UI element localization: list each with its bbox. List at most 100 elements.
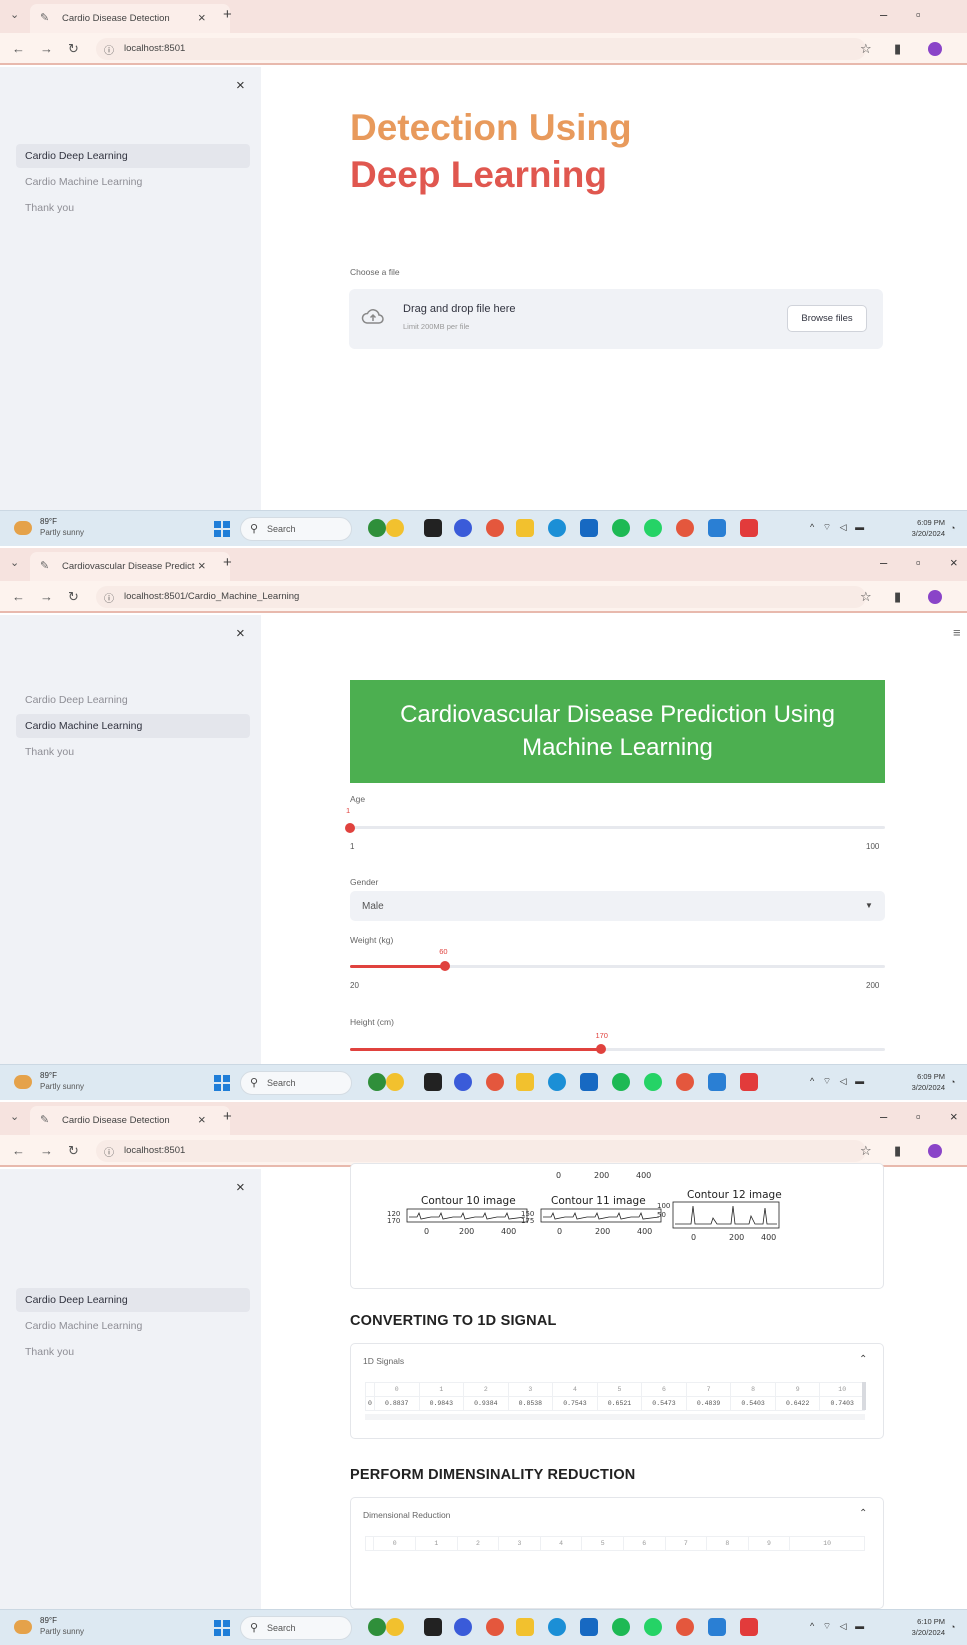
chevron-up-icon[interactable]: ⌃ — [859, 1508, 867, 1519]
edge-icon[interactable] — [548, 519, 566, 537]
horizontal-scrollbar[interactable] — [365, 1414, 865, 1420]
store-icon[interactable] — [580, 1073, 598, 1091]
store-icon[interactable] — [580, 1618, 598, 1636]
edge-icon[interactable] — [548, 1073, 566, 1091]
spotify-icon[interactable] — [612, 1618, 630, 1636]
table-cell[interactable]: 0.7543 — [552, 1396, 598, 1411]
chevron-up-icon[interactable]: ⌃ — [859, 1354, 867, 1365]
main-menu-icon[interactable]: ≡ — [953, 625, 961, 640]
table-cell[interactable]: 0.5473 — [641, 1396, 687, 1411]
close-sidebar-icon[interactable]: × — [236, 77, 245, 94]
app-icon-1[interactable] — [368, 1618, 386, 1636]
clock[interactable]: 6:10 PM 3/20/2024 — [903, 1616, 945, 1638]
close-sidebar-icon[interactable]: × — [236, 625, 245, 642]
windows-start-icon[interactable] — [214, 1075, 230, 1091]
profile-avatar[interactable] — [928, 1144, 942, 1158]
browse-files-button[interactable]: Browse files — [787, 305, 867, 332]
taskbar-search[interactable]: ⚲ Search — [240, 517, 352, 541]
sidebar-item-cardio-deep-learning[interactable]: Cardio Deep Learning — [16, 688, 250, 712]
spotify-icon[interactable] — [612, 1073, 630, 1091]
weather-sun-icon[interactable] — [14, 1620, 32, 1634]
store-icon[interactable] — [580, 519, 598, 537]
file-uploader-dropzone[interactable]: Drag and drop file here Limit 200MB per … — [349, 289, 883, 349]
sidebar-item-thank-you[interactable]: Thank you — [16, 1340, 250, 1364]
edge-icon[interactable] — [548, 1618, 566, 1636]
system-tray[interactable]: ^ ⌔ ◁ ▬ — [810, 522, 867, 533]
close-window-icon[interactable]: × — [950, 555, 958, 570]
table-cell[interactable]: 0.8837 — [373, 1396, 420, 1411]
file-explorer-icon[interactable] — [516, 1073, 534, 1091]
bookmark-star-icon[interactable]: ☆ — [860, 1143, 872, 1159]
table-cell[interactable]: 0.4839 — [685, 1396, 732, 1411]
back-icon[interactable]: ← — [12, 589, 25, 604]
new-tab-icon[interactable]: + — [223, 6, 232, 23]
back-icon[interactable]: ← — [12, 41, 25, 56]
forward-icon[interactable]: → — [40, 1143, 53, 1158]
taskbar-search[interactable]: ⚲ Search — [240, 1616, 352, 1640]
expander-dimensional-reduction[interactable]: Dimensional Reduction ⌃ 0 1 2 3 4 5 6 7 … — [350, 1497, 884, 1609]
sidebar-item-cardio-machine-learning[interactable]: Cardio Machine Learning — [16, 1314, 250, 1338]
taskbar-search[interactable]: ⚲ Search — [240, 1071, 352, 1095]
notification-bell-icon[interactable]: ◔ — [950, 1077, 955, 1087]
app-icon-2[interactable] — [386, 519, 404, 537]
reload-icon[interactable]: ↻ — [68, 589, 79, 605]
app-icon-3[interactable] — [424, 519, 442, 537]
new-tab-icon[interactable]: + — [223, 1108, 232, 1125]
sidebar-item-cardio-deep-learning[interactable]: Cardio Deep Learning — [16, 1288, 250, 1312]
site-info-icon[interactable]: ⓘ — [104, 42, 114, 57]
bookmark-star-icon[interactable]: ☆ — [860, 589, 872, 605]
close-tab-icon[interactable]: × — [198, 1112, 206, 1127]
restore-icon[interactable]: ▫ — [916, 1109, 921, 1124]
forward-icon[interactable]: → — [40, 41, 53, 56]
app-icon-3[interactable] — [424, 1073, 442, 1091]
vscode-icon[interactable] — [708, 1618, 726, 1636]
notification-bell-icon[interactable]: ◔ — [950, 523, 955, 533]
reload-icon[interactable]: ↻ — [68, 1143, 79, 1159]
side-panel-icon[interactable]: ▮ — [894, 589, 901, 605]
restore-icon[interactable]: ▫ — [916, 7, 921, 22]
reload-icon[interactable]: ↻ — [68, 41, 79, 57]
windows-start-icon[interactable] — [214, 1620, 230, 1636]
gender-select[interactable]: Male ▼ — [350, 891, 885, 921]
app-icon-2[interactable] — [386, 1618, 404, 1636]
sidebar-item-cardio-machine-learning[interactable]: Cardio Machine Learning — [16, 714, 250, 738]
whatsapp-icon[interactable] — [644, 1618, 662, 1636]
site-info-icon[interactable]: ⓘ — [104, 1144, 114, 1159]
expander-1d-signals[interactable]: 1D Signals ⌃ 0 1 2 3 4 5 6 7 8 9 10 0 0.… — [350, 1343, 884, 1439]
minimize-icon[interactable]: – — [880, 1109, 887, 1124]
back-icon[interactable]: ← — [12, 1143, 25, 1158]
whatsapp-icon[interactable] — [644, 519, 662, 537]
table-cell[interactable]: 0.8538 — [507, 1396, 554, 1411]
windows-start-icon[interactable] — [214, 521, 230, 537]
table-cell[interactable]: 0.7403 — [819, 1396, 865, 1411]
close-window-icon[interactable]: × — [950, 1109, 958, 1124]
table-cell[interactable]: 0.9843 — [418, 1396, 465, 1411]
app-icon-red[interactable] — [740, 1618, 758, 1636]
clock[interactable]: 6:09 PM 3/20/2024 — [903, 517, 945, 539]
tab-search-icon[interactable]: ⌄ — [10, 8, 19, 21]
table-row[interactable]: 0 0.8837 0.9843 0.9384 0.8538 0.7543 0.6… — [365, 1396, 865, 1411]
forward-icon[interactable]: → — [40, 589, 53, 604]
chrome-icon-2[interactable] — [676, 519, 694, 537]
chrome-icon-2[interactable] — [676, 1073, 694, 1091]
app-icon-red[interactable] — [740, 1073, 758, 1091]
notification-bell-icon[interactable]: ◔ — [950, 1622, 955, 1632]
sidebar-item-cardio-machine-learning[interactable]: Cardio Machine Learning — [16, 170, 250, 194]
table-cell[interactable]: 0.5403 — [730, 1396, 776, 1411]
table-cell[interactable]: 0.6521 — [596, 1396, 643, 1411]
site-info-icon[interactable]: ⓘ — [104, 590, 114, 605]
spotify-icon[interactable] — [612, 519, 630, 537]
browser-tab[interactable]: ✎ Cardiovascular Disease Predict × — [30, 552, 230, 581]
weather-sun-icon[interactable] — [14, 521, 32, 535]
table-cell[interactable]: 0.6422 — [774, 1396, 821, 1411]
file-explorer-icon[interactable] — [516, 519, 534, 537]
chrome-icon[interactable] — [486, 1073, 504, 1091]
chrome-icon[interactable] — [486, 519, 504, 537]
tab-search-icon[interactable]: ⌄ — [10, 556, 19, 569]
vscode-icon[interactable] — [708, 519, 726, 537]
table-cell[interactable]: 0 — [365, 1396, 375, 1411]
whatsapp-icon[interactable] — [644, 1073, 662, 1091]
system-tray[interactable]: ^ ⌔ ◁ ▬ — [810, 1076, 867, 1087]
chrome-icon-2[interactable] — [676, 1618, 694, 1636]
app-icon-4[interactable] — [454, 1073, 472, 1091]
